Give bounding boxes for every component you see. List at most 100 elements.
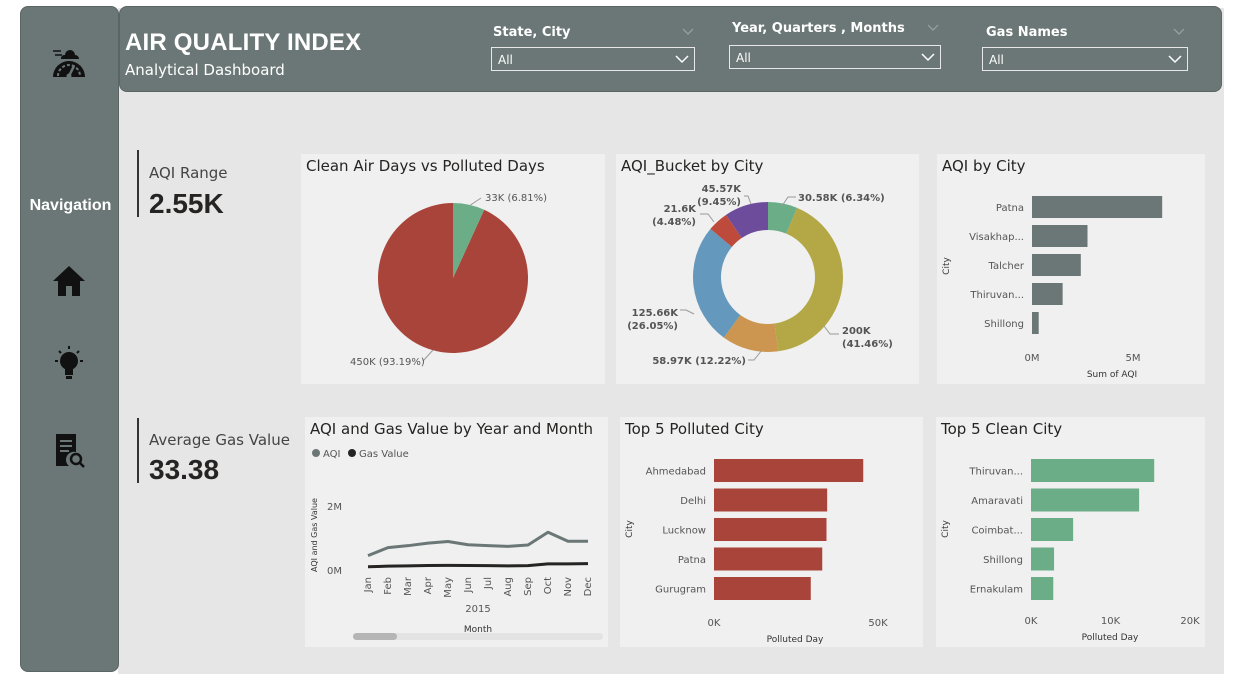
x-tick-label: Jul	[483, 577, 494, 590]
series-line	[367, 530, 588, 557]
slicer-year-quarter-month: Year, Quarters , Months All	[729, 21, 941, 69]
bar	[1031, 459, 1155, 482]
y-tick-label: 2M	[327, 502, 342, 513]
bar	[1031, 488, 1140, 512]
line-chart: AQI Gas Value 2M 0M AQI and Gas Value Jan Feb M…	[310, 449, 594, 635]
slicer-value: All	[989, 53, 1004, 67]
donut-chart: 30.58K (6.34%) 200K (41.46%) 58.97K (12.22%…	[627, 184, 893, 367]
header-banner: AIR QUALITY INDEX Analytical Dashboard S…	[119, 6, 1222, 92]
y-axis-label: City	[942, 257, 952, 275]
x-tick-label: Oct	[543, 577, 554, 594]
category-label: Thiruvan...	[968, 467, 1023, 478]
slicer-gas-names: Gas Names All	[982, 25, 1188, 71]
navigation-sidebar: Navigation	[20, 6, 119, 672]
chevron-down-icon	[921, 53, 935, 62]
slicer-value: All	[736, 51, 751, 65]
kpi-aqi-range: AQI Range 2.55K	[137, 150, 287, 219]
chart-title: Clean Air Days vs Polluted Days	[306, 157, 545, 175]
y-axis-label: City	[941, 520, 951, 538]
category-label: Amaravati	[971, 496, 1023, 507]
navigation-label: Navigation	[29, 197, 112, 214]
data-label: 200K (41.46%)	[842, 326, 893, 350]
bar	[1031, 577, 1054, 600]
chevron-down-icon	[1168, 55, 1182, 64]
x-tick-label: Sep	[523, 577, 534, 596]
x-tick-label: 0M	[1025, 353, 1040, 364]
slicer-dropdown[interactable]: All	[491, 47, 695, 71]
slicer-dropdown[interactable]: All	[729, 45, 941, 69]
data-label: 58.97K (12.22%)	[652, 356, 746, 367]
chart-aqi-bucket-by-city[interactable]: AQI_Bucket by City 30.58K (6.34%) 200K (41…	[616, 154, 919, 384]
chart-title: AQI and Gas Value by Year and Month	[310, 420, 594, 438]
x-tick-label: Apr	[423, 576, 434, 594]
bar	[714, 488, 828, 512]
bar	[1032, 283, 1063, 305]
data-label: 450K (93.19%)	[350, 357, 425, 368]
kpi-label: AQI Range	[149, 164, 228, 182]
horizontal-scrollbar[interactable]	[353, 633, 603, 640]
bar	[1031, 518, 1074, 541]
chart-top5-clean[interactable]: Top 5 Clean City Thiruvan... Amaravati Coi…	[936, 417, 1205, 647]
x-tick-label: Jan	[363, 577, 374, 593]
leader-line	[468, 197, 482, 207]
slicer-title: Year, Quarters , Months	[732, 21, 905, 36]
x-axis-label: Sum of AQI	[1087, 370, 1137, 380]
air-quality-gauge-icon[interactable]	[47, 41, 91, 85]
bar	[1032, 312, 1039, 334]
slicer-dropdown[interactable]: All	[982, 47, 1188, 71]
chevron-down-icon[interactable]	[926, 21, 940, 35]
kpi-label: Average Gas Value	[149, 431, 290, 449]
chart-title: AQI by City	[942, 157, 1026, 175]
x-tick-label: 20K	[1180, 616, 1200, 627]
legend-marker	[312, 449, 320, 457]
chevron-down-icon	[675, 55, 689, 64]
category-label: Lucknow	[662, 526, 706, 537]
bar-chart: Patna Visakhap... Talcher Thiruvan... Shillo…	[942, 196, 1163, 380]
home-icon[interactable]	[47, 259, 91, 303]
category-label: Ahmedabad	[646, 467, 706, 478]
lightbulb-icon[interactable]	[47, 341, 91, 385]
x-tick-label: 0K	[1025, 616, 1038, 627]
x-tick-label: Dec	[583, 577, 594, 596]
category-label: Ernakulam	[970, 585, 1023, 596]
chart-clean-vs-polluted[interactable]: Clean Air Days vs Polluted Days 450K (93…	[301, 154, 605, 384]
bar	[1032, 254, 1081, 276]
x-tick-label: Jun	[463, 577, 474, 594]
bar	[1031, 547, 1055, 571]
scrollbar-thumb[interactable]	[353, 633, 397, 640]
data-label: 30.58K (6.34%)	[798, 193, 885, 204]
legend-marker	[348, 449, 356, 457]
kpi-value: 2.55K	[149, 188, 224, 219]
slicer-title: State, City	[493, 25, 571, 40]
x-tick-label: Feb	[383, 577, 394, 595]
kpi-value: 33.38	[149, 454, 220, 485]
x-tick-label: 10K	[1101, 616, 1121, 627]
category-label: Delhi	[680, 496, 706, 507]
chart-aqi-by-city[interactable]: AQI by City Patna Visakhap... Talcher Thiru…	[937, 154, 1205, 384]
x-tick-label: Nov	[563, 577, 574, 597]
slicer-title: Gas Names	[986, 25, 1068, 40]
report-search-icon[interactable]	[47, 429, 91, 473]
category-label: Patna	[678, 555, 706, 566]
bar	[714, 518, 827, 541]
x-tick-label: Mar	[403, 576, 414, 596]
leader-line	[700, 213, 715, 223]
bar	[714, 547, 823, 571]
slicer-state-city: State, City All	[491, 25, 695, 71]
chevron-down-icon[interactable]	[1172, 25, 1186, 39]
category-label: Gurugram	[655, 585, 706, 596]
category-label: Shillong	[984, 319, 1024, 330]
x-tick-label: 50K	[868, 618, 888, 629]
bar	[714, 577, 811, 600]
bar	[1032, 225, 1088, 247]
y-axis-label: City	[625, 520, 635, 538]
chevron-down-icon[interactable]	[681, 25, 695, 39]
leader-line	[823, 325, 839, 335]
chart-top5-polluted[interactable]: Top 5 Polluted City Ahmedabad Delhi Luckno…	[620, 417, 923, 647]
data-label: 21.6K (4.48%)	[652, 204, 697, 228]
category-label: Talcher	[988, 261, 1025, 272]
x-group-label: 2015	[465, 604, 490, 615]
data-label: 33K (6.81%)	[485, 193, 547, 204]
legend-label: Gas Value	[359, 449, 409, 460]
chart-aqi-gas-by-month[interactable]: AQI and Gas Value by Year and Month AQI G…	[305, 417, 608, 647]
